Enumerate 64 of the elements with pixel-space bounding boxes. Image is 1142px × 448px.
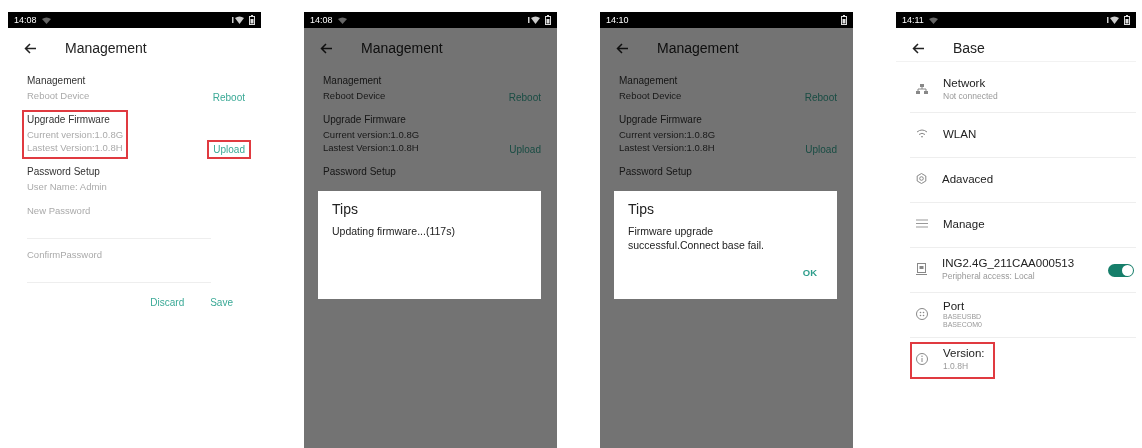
section-title: Management <box>619 75 679 86</box>
back-arrow-icon[interactable] <box>24 42 37 54</box>
status-time: 14:10 <box>606 15 629 25</box>
section-text: Reboot Device <box>323 90 386 101</box>
dialog-title: Tips <box>628 201 655 217</box>
status-time: 14:11 <box>902 15 924 25</box>
item-label[interactable]: Version: <box>943 346 985 359</box>
section-text: Lastest Version:1.0.8H <box>27 142 124 153</box>
action-link[interactable]: Upload <box>207 140 251 159</box>
ok-button[interactable]: OK <box>796 266 823 280</box>
section-text: Current version:1.0.8G <box>27 129 124 140</box>
action-link[interactable]: Upload <box>799 140 843 159</box>
section-title: Management <box>27 75 87 86</box>
section-text: Current version:1.0.8G <box>323 129 420 140</box>
screen-title: Management <box>657 40 739 56</box>
item-label[interactable]: Manage <box>943 217 985 230</box>
section-title: Upgrade Firmware <box>323 114 407 125</box>
port-icon <box>916 307 928 320</box>
battery-icon <box>1124 15 1130 25</box>
status-time: 14:08 <box>310 15 333 25</box>
battery-icon <box>249 15 255 25</box>
section-text: Current version:1.0.8G <box>619 129 716 140</box>
section-title: Management <box>323 75 383 86</box>
menu-icon <box>916 219 928 228</box>
section-title: Upgrade Firmware <box>27 114 111 125</box>
action-link[interactable]: Reboot <box>206 88 251 107</box>
text-button[interactable]: Discard <box>144 293 191 312</box>
dialog-title: Tips <box>332 201 359 217</box>
battery-icon <box>841 15 847 25</box>
battery-icon <box>545 15 551 25</box>
action-link[interactable]: Reboot <box>798 88 843 107</box>
screen-title: Management <box>65 40 147 56</box>
dialog-message: Firmware upgrade successful.Connect base fail. <box>628 225 765 253</box>
screen-title: Base <box>953 40 985 56</box>
wifi-icon <box>916 128 928 139</box>
item-subtitle: Peripheral access: Local <box>942 270 1036 281</box>
section-title: Password Setup <box>27 166 101 177</box>
section-text: Lastest Version:1.0.8H <box>323 142 420 153</box>
section-text: Reboot Device <box>619 90 682 101</box>
section-text: Reboot Device <box>27 90 90 101</box>
info-icon <box>916 352 928 365</box>
toggle-switch[interactable] <box>1108 263 1134 277</box>
item-subtitle: Not connected <box>943 90 998 101</box>
dialog-message: Updating firmware...(117s) <box>332 225 456 239</box>
text-button[interactable]: Save <box>204 293 239 312</box>
item-label[interactable]: WLAN <box>943 127 977 140</box>
item-label[interactable]: Port <box>943 299 982 312</box>
action-link[interactable]: Reboot <box>502 88 547 107</box>
network-icon <box>916 83 928 94</box>
section-text: Lastest Version:1.0.8H <box>619 142 716 153</box>
device-icon <box>916 262 927 275</box>
section-title: Password Setup <box>323 166 396 177</box>
item-label[interactable]: Network <box>943 76 998 89</box>
status-time: 14:08 <box>14 15 37 25</box>
settings-icon <box>916 173 927 184</box>
section-title: Password Setup <box>619 166 692 177</box>
item-label[interactable]: Adavaced <box>942 172 994 185</box>
item-subtitle: 1.0.8H <box>943 360 970 371</box>
screen-title: Management <box>361 40 443 56</box>
item-label[interactable]: ING2.4G_211CAA000513 <box>942 256 1075 269</box>
action-link[interactable]: Upload <box>503 140 547 159</box>
section-text: User Name: Admin <box>27 181 107 192</box>
back-arrow-icon[interactable] <box>912 42 925 54</box>
section-title: Upgrade Firmware <box>619 114 703 125</box>
